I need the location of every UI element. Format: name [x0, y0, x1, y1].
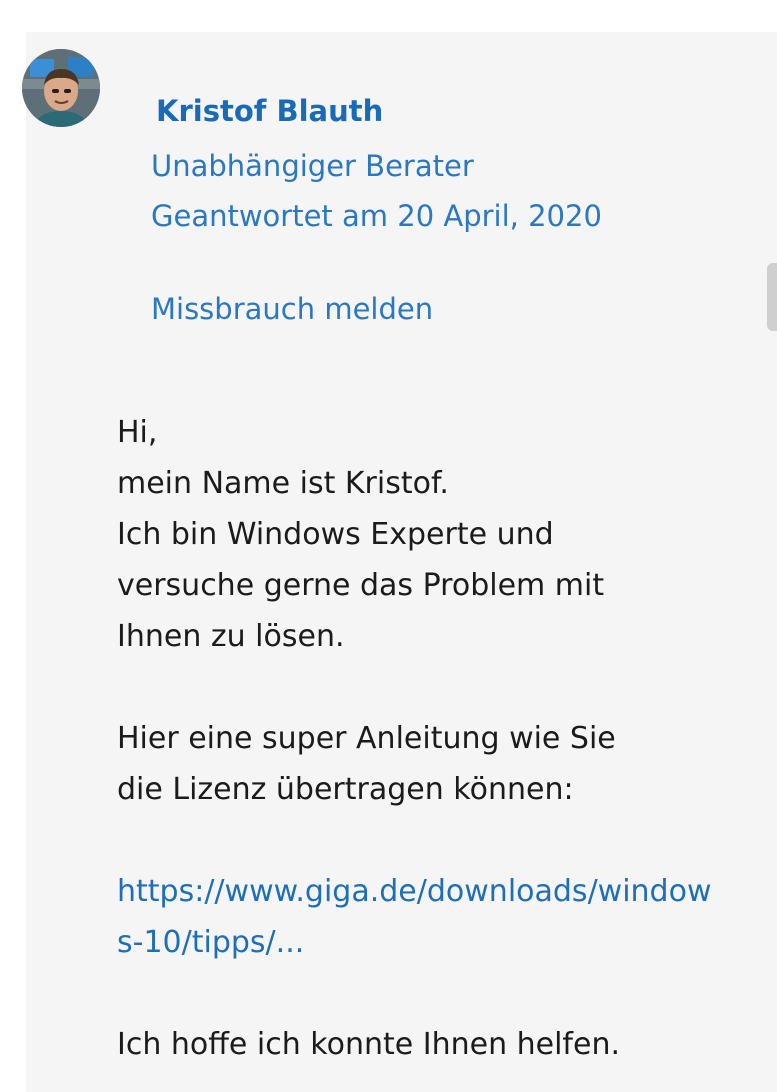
- intro-paragraph: Hier eine super Anleitung wie Sie die Li…: [117, 721, 616, 807]
- answer-date: Geantwortet am 20 April, 2020: [151, 199, 602, 233]
- answer-body: Hi, mein Name ist Kristof. Ich bin Windo…: [117, 407, 717, 1070]
- link-paragraph: https://www.giga.de/downloads/windows-10…: [117, 866, 717, 968]
- report-abuse-link[interactable]: Missbrauch melden: [151, 289, 433, 329]
- scroll-handle[interactable]: [767, 263, 777, 331]
- author-role: Unabhängiger Berater: [151, 149, 474, 183]
- closing-paragraph: Ich hoffe ich konnte Ihnen helfen.: [117, 1027, 620, 1062]
- guide-link[interactable]: https://www.giga.de/downloads/windows-10…: [117, 874, 712, 960]
- author-name[interactable]: Kristof Blauth: [156, 91, 383, 131]
- greeting-paragraph: Hi, mein Name ist Kristof. Ich bin Windo…: [117, 415, 605, 654]
- author-avatar[interactable]: [22, 49, 100, 127]
